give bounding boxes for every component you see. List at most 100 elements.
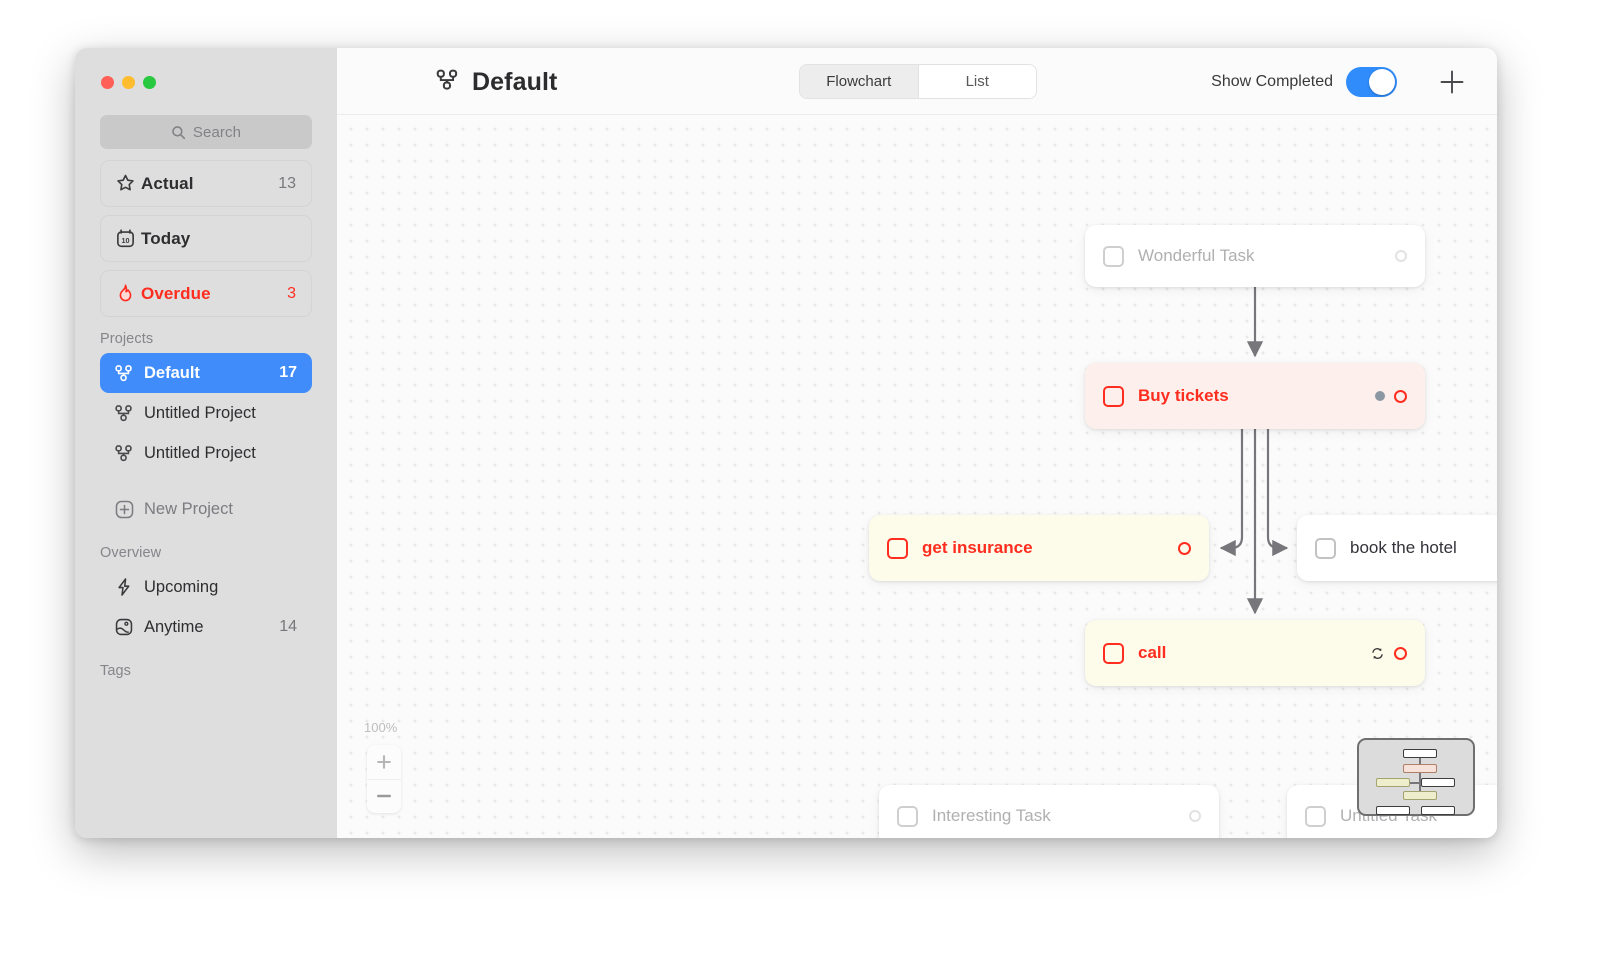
smart-list-group: Actual 13 10 Today Overdue 3 (100, 160, 312, 317)
task-node-call[interactable]: call (1085, 620, 1425, 686)
red-ring-icon[interactable] (1394, 389, 1407, 403)
flowchart-edges (1219, 287, 1289, 615)
projects-section-header: Projects (100, 331, 154, 347)
task-checkbox[interactable] (897, 805, 918, 827)
task-indicators (1189, 810, 1201, 822)
new-project-button[interactable]: New Project (100, 489, 312, 529)
minimap-node-wonderful-task (1403, 749, 1437, 758)
tab-list[interactable]: List (917, 65, 1036, 98)
bolt-icon (114, 577, 144, 597)
task-checkbox[interactable] (1315, 537, 1336, 559)
minimap[interactable] (1357, 738, 1475, 816)
calendar-10-icon: 10 (115, 228, 141, 249)
zoom-button[interactable] (143, 76, 156, 89)
sidebar-item-label: Untitled Project (144, 403, 256, 422)
search-placeholder: Search (192, 123, 242, 141)
search-icon (171, 125, 186, 140)
hierarchy-icon (114, 443, 144, 463)
app-root: Search Actual 13 10 Today Overdue 3 Proj… (0, 0, 1600, 955)
zoom-in-button[interactable] (367, 745, 401, 779)
red-ring-icon[interactable] (1394, 646, 1407, 660)
flowchart-canvas[interactable]: Wonderful Task Buy tickets get insurance… (337, 115, 1497, 838)
hierarchy-icon (114, 363, 144, 383)
sidebar-item-label: Today (141, 228, 191, 248)
close-button[interactable] (101, 76, 114, 89)
sidebar-item-project-untitled-2[interactable]: Untitled Project (100, 433, 312, 473)
grey-dot-icon[interactable] (1375, 391, 1385, 401)
sidebar-item-anytime[interactable]: Anytime 14 (100, 607, 312, 647)
task-node-buy-tickets[interactable]: Buy tickets (1085, 363, 1425, 429)
task-indicators (1370, 646, 1407, 661)
task-indicators (1375, 389, 1407, 403)
red-ring-icon[interactable] (1178, 541, 1191, 555)
sidebar-item-project-untitled-1[interactable]: Untitled Project (100, 393, 312, 433)
task-node-wonderful-task[interactable]: Wonderful Task (1085, 225, 1425, 287)
show-completed-toggle[interactable] (1346, 67, 1397, 97)
task-title: call (1138, 643, 1167, 662)
sidebar-item-label: Untitled Project (144, 443, 256, 462)
sidebar-item-project-default[interactable]: Default 17 (100, 353, 312, 393)
task-indicators (1178, 541, 1191, 555)
task-title: get insurance (922, 538, 1033, 557)
toolbar: Default Flowchart List Show Completed (337, 48, 1497, 115)
task-checkbox[interactable] (1103, 385, 1124, 407)
flame-icon (115, 283, 141, 304)
task-title: book the hotel (1350, 538, 1457, 557)
task-node-book-the-hotel[interactable]: book the hotel (1297, 515, 1497, 581)
search-input[interactable]: Search (100, 115, 312, 149)
grey-ring-icon[interactable] (1395, 250, 1407, 262)
task-node-get-insurance[interactable]: get insurance (869, 515, 1209, 581)
repeat-icon[interactable] (1370, 646, 1385, 661)
hierarchy-icon (114, 403, 144, 423)
task-node-interesting-task[interactable]: Interesting Task (879, 785, 1219, 838)
minimap-node-get-insurance (1376, 778, 1410, 787)
clock-box-icon (114, 617, 144, 637)
sidebar-item-overdue[interactable]: Overdue 3 (100, 270, 312, 317)
minimap-node-interesting-task (1376, 806, 1410, 815)
sidebar-item-label: Default (144, 363, 200, 382)
sidebar-scroll: Actual 13 10 Today Overdue 3 Projects De… (75, 160, 337, 838)
main-area: Default Flowchart List Show Completed Wo… (337, 48, 1497, 838)
minimap-node-call (1403, 791, 1437, 800)
tab-flowchart[interactable]: Flowchart (800, 65, 918, 98)
show-completed-label: Show Completed (1211, 73, 1333, 90)
toggle-knob (1369, 69, 1395, 95)
sidebar-item-label: Anytime (144, 617, 204, 636)
view-mode-segmented-control[interactable]: Flowchart List (799, 64, 1037, 99)
task-checkbox[interactable] (887, 537, 908, 559)
task-indicators (1395, 250, 1407, 262)
task-checkbox[interactable] (1305, 805, 1326, 827)
minimap-node-book-the-hotel (1421, 778, 1455, 787)
sidebar-item-count: 17 (279, 364, 297, 381)
add-task-button[interactable] (1437, 67, 1467, 97)
page-title-text: Default (472, 67, 558, 96)
page-title: Default (435, 67, 557, 97)
minimap-node-untitled-task (1421, 806, 1455, 815)
window-traffic-lights (101, 76, 156, 89)
task-checkbox[interactable] (1103, 642, 1124, 664)
task-title: Buy tickets (1138, 386, 1229, 405)
task-title: Interesting Task (932, 806, 1051, 825)
edge-buy-to-insurance (1219, 429, 1244, 557)
sidebar-item-actual[interactable]: Actual 13 (100, 160, 312, 207)
zoom-controls (367, 745, 401, 813)
task-checkbox[interactable] (1103, 245, 1124, 267)
sidebar-item-today[interactable]: 10 Today (100, 215, 312, 262)
overview-section-header: Overview (100, 545, 162, 561)
sidebar-item-label: Upcoming (144, 577, 219, 596)
tags-section-header: Tags (100, 663, 132, 679)
plus-circle-icon (114, 499, 144, 520)
zoom-out-button[interactable] (367, 778, 401, 814)
app-window: Search Actual 13 10 Today Overdue 3 Proj… (75, 48, 1497, 838)
sidebar: Search Actual 13 10 Today Overdue 3 Proj… (75, 48, 337, 838)
sidebar-item-upcoming[interactable]: Upcoming (100, 567, 312, 607)
zoom-level-label: 100% (364, 720, 398, 735)
sidebar-item-count: 3 (287, 284, 296, 302)
sidebar-item-label: Overdue (141, 283, 211, 303)
minimize-button[interactable] (122, 76, 135, 89)
sidebar-item-count: 13 (278, 174, 296, 192)
grey-ring-icon[interactable] (1189, 810, 1201, 822)
svg-text:10: 10 (121, 236, 129, 245)
show-completed-control[interactable]: Show Completed (1211, 67, 1397, 97)
hierarchy-icon (435, 67, 460, 97)
